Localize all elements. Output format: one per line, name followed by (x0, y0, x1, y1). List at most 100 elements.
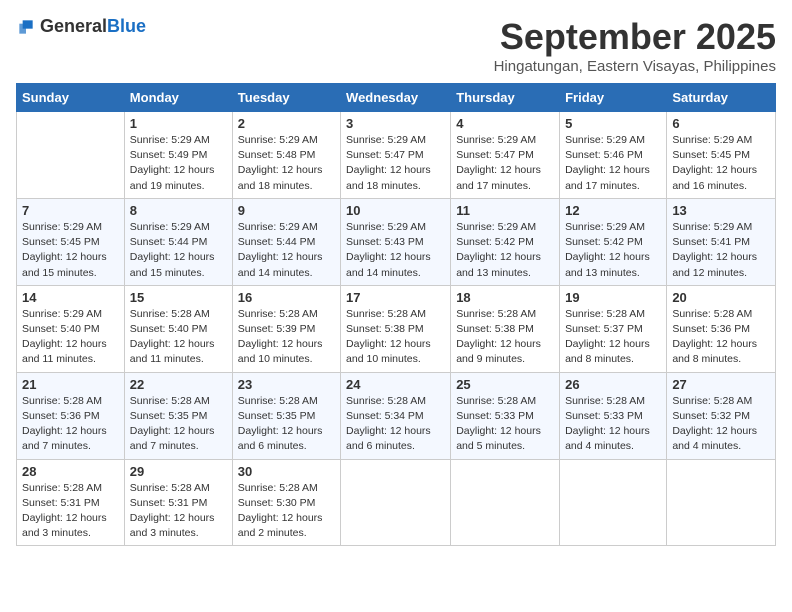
day-number: 17 (346, 290, 445, 305)
header: GeneralBlue September 2025 Hingatungan, … (16, 16, 776, 75)
day-number: 12 (565, 203, 661, 218)
col-thursday: Thursday (451, 84, 560, 112)
day-info: Sunrise: 5:28 AMSunset: 5:33 PMDaylight:… (456, 394, 554, 455)
day-number: 10 (346, 203, 445, 218)
day-info: Sunrise: 5:28 AMSunset: 5:35 PMDaylight:… (130, 394, 227, 455)
table-row: 8 Sunrise: 5:29 AMSunset: 5:44 PMDaylight… (124, 198, 232, 285)
day-number: 9 (238, 203, 335, 218)
day-number: 21 (22, 377, 119, 392)
logo-blue: Blue (107, 16, 146, 36)
table-row: 24Sunrise: 5:28 AMSunset: 5:34 PMDayligh… (341, 372, 451, 459)
table-row: 23 Sunrise: 5:28 AMSunset: 5:35 PMDayligh… (232, 372, 340, 459)
day-number: 4 (456, 116, 554, 131)
day-number: 11 (456, 203, 554, 218)
day-info: Sunrise: 5:29 AMSunset: 5:43 PMDaylight:… (346, 220, 445, 281)
day-number: 19 (565, 290, 661, 305)
table-row: 19 Sunrise: 5:28 AMSunset: 5:37 PMDayligh… (560, 285, 667, 372)
month-title: September 2025 (494, 16, 776, 58)
col-sunday: Sunday (17, 84, 125, 112)
day-number: 30 (238, 464, 335, 479)
table-row: 20Sunrise: 5:28 AMSunset: 5:36 PMDayligh… (667, 285, 776, 372)
day-number: 7 (22, 203, 119, 218)
day-number: 25 (456, 377, 554, 392)
day-info: Sunrise: 5:28 AMSunset: 5:40 PMDaylight:… (130, 307, 227, 368)
day-number: 13 (672, 203, 770, 218)
table-row: 10 Sunrise: 5:29 AMSunset: 5:43 PMDayligh… (341, 198, 451, 285)
day-info: Sunrise: 5:28 AMSunset: 5:31 PMDaylight:… (130, 481, 227, 542)
day-info: Sunrise: 5:29 AMSunset: 5:42 PMDaylight:… (456, 220, 554, 281)
table-row: 1 Sunrise: 5:29 AMSunset: 5:49 PMDaylight… (124, 112, 232, 199)
day-number: 6 (672, 116, 770, 131)
day-info: Sunrise: 5:28 AMSunset: 5:39 PMDaylight:… (238, 307, 335, 368)
table-row: 13Sunrise: 5:29 AMSunset: 5:41 PMDayligh… (667, 198, 776, 285)
col-monday: Monday (124, 84, 232, 112)
day-number: 23 (238, 377, 335, 392)
table-row: 4 Sunrise: 5:29 AMSunset: 5:47 PMDaylight… (451, 112, 560, 199)
table-row: 2 Sunrise: 5:29 AMSunset: 5:48 PMDaylight… (232, 112, 340, 199)
day-info: Sunrise: 5:29 AMSunset: 5:42 PMDaylight:… (565, 220, 661, 281)
day-info: Sunrise: 5:29 AMSunset: 5:49 PMDaylight:… (130, 133, 227, 194)
day-info: Sunrise: 5:29 AMSunset: 5:47 PMDaylight:… (456, 133, 554, 194)
table-row: 12 Sunrise: 5:29 AMSunset: 5:42 PMDayligh… (560, 198, 667, 285)
calendar-header-row: Sunday Monday Tuesday Wednesday Thursday… (17, 84, 776, 112)
table-row: 21 Sunrise: 5:28 AMSunset: 5:36 PMDayligh… (17, 372, 125, 459)
day-info: Sunrise: 5:28 AMSunset: 5:38 PMDaylight:… (456, 307, 554, 368)
day-number: 14 (22, 290, 119, 305)
day-info: Sunrise: 5:29 AMSunset: 5:44 PMDaylight:… (130, 220, 227, 281)
day-number: 16 (238, 290, 335, 305)
logo-icon (16, 17, 36, 37)
calendar-table: Sunday Monday Tuesday Wednesday Thursday… (16, 83, 776, 546)
table-row (667, 459, 776, 546)
day-info: Sunrise: 5:28 AMSunset: 5:35 PMDaylight:… (238, 394, 335, 455)
day-info: Sunrise: 5:28 AMSunset: 5:37 PMDaylight:… (565, 307, 661, 368)
table-row: 25 Sunrise: 5:28 AMSunset: 5:33 PMDayligh… (451, 372, 560, 459)
day-info: Sunrise: 5:29 AMSunset: 5:48 PMDaylight:… (238, 133, 335, 194)
day-number: 22 (130, 377, 227, 392)
day-number: 26 (565, 377, 661, 392)
table-row: 3Sunrise: 5:29 AMSunset: 5:47 PMDaylight… (341, 112, 451, 199)
day-number: 1 (130, 116, 227, 131)
calendar-week-row: 28 Sunrise: 5:28 AMSunset: 5:31 PMDayligh… (17, 459, 776, 546)
day-info: Sunrise: 5:29 AMSunset: 5:40 PMDaylight:… (22, 307, 119, 368)
col-wednesday: Wednesday (341, 84, 451, 112)
day-number: 5 (565, 116, 661, 131)
col-saturday: Saturday (667, 84, 776, 112)
day-number: 20 (672, 290, 770, 305)
day-info: Sunrise: 5:28 AMSunset: 5:38 PMDaylight:… (346, 307, 445, 368)
table-row: 7Sunrise: 5:29 AMSunset: 5:45 PMDaylight… (17, 198, 125, 285)
day-info: Sunrise: 5:29 AMSunset: 5:46 PMDaylight:… (565, 133, 661, 194)
day-info: Sunrise: 5:28 AMSunset: 5:31 PMDaylight:… (22, 481, 119, 542)
day-info: Sunrise: 5:28 AMSunset: 5:32 PMDaylight:… (672, 394, 770, 455)
day-number: 18 (456, 290, 554, 305)
calendar-week-row: 14 Sunrise: 5:29 AMSunset: 5:40 PMDayligh… (17, 285, 776, 372)
day-number: 3 (346, 116, 445, 131)
day-number: 2 (238, 116, 335, 131)
day-info: Sunrise: 5:28 AMSunset: 5:34 PMDaylight:… (346, 394, 445, 455)
day-number: 29 (130, 464, 227, 479)
table-row: 29 Sunrise: 5:28 AMSunset: 5:31 PMDayligh… (124, 459, 232, 546)
day-info: Sunrise: 5:29 AMSunset: 5:44 PMDaylight:… (238, 220, 335, 281)
table-row: 26Sunrise: 5:28 AMSunset: 5:33 PMDayligh… (560, 372, 667, 459)
title-area: September 2025 Hingatungan, Eastern Visa… (494, 16, 776, 75)
table-row: 5 Sunrise: 5:29 AMSunset: 5:46 PMDaylight… (560, 112, 667, 199)
col-tuesday: Tuesday (232, 84, 340, 112)
calendar-week-row: 7Sunrise: 5:29 AMSunset: 5:45 PMDaylight… (17, 198, 776, 285)
table-row: 6Sunrise: 5:29 AMSunset: 5:45 PMDaylight… (667, 112, 776, 199)
table-row: 18 Sunrise: 5:28 AMSunset: 5:38 PMDayligh… (451, 285, 560, 372)
col-friday: Friday (560, 84, 667, 112)
table-row: 17 Sunrise: 5:28 AMSunset: 5:38 PMDayligh… (341, 285, 451, 372)
logo-general: General (40, 16, 107, 36)
location-subtitle: Hingatungan, Eastern Visayas, Philippine… (494, 58, 776, 75)
day-number: 8 (130, 203, 227, 218)
day-info: Sunrise: 5:28 AMSunset: 5:36 PMDaylight:… (22, 394, 119, 455)
table-row: 27Sunrise: 5:28 AMSunset: 5:32 PMDayligh… (667, 372, 776, 459)
table-row: 28 Sunrise: 5:28 AMSunset: 5:31 PMDayligh… (17, 459, 125, 546)
table-row (560, 459, 667, 546)
day-number: 15 (130, 290, 227, 305)
calendar-week-row: 21 Sunrise: 5:28 AMSunset: 5:36 PMDayligh… (17, 372, 776, 459)
day-info: Sunrise: 5:28 AMSunset: 5:30 PMDaylight:… (238, 481, 335, 542)
calendar-week-row: 1 Sunrise: 5:29 AMSunset: 5:49 PMDaylight… (17, 112, 776, 199)
logo: GeneralBlue (16, 16, 146, 37)
table-row: 14 Sunrise: 5:29 AMSunset: 5:40 PMDayligh… (17, 285, 125, 372)
day-number: 28 (22, 464, 119, 479)
